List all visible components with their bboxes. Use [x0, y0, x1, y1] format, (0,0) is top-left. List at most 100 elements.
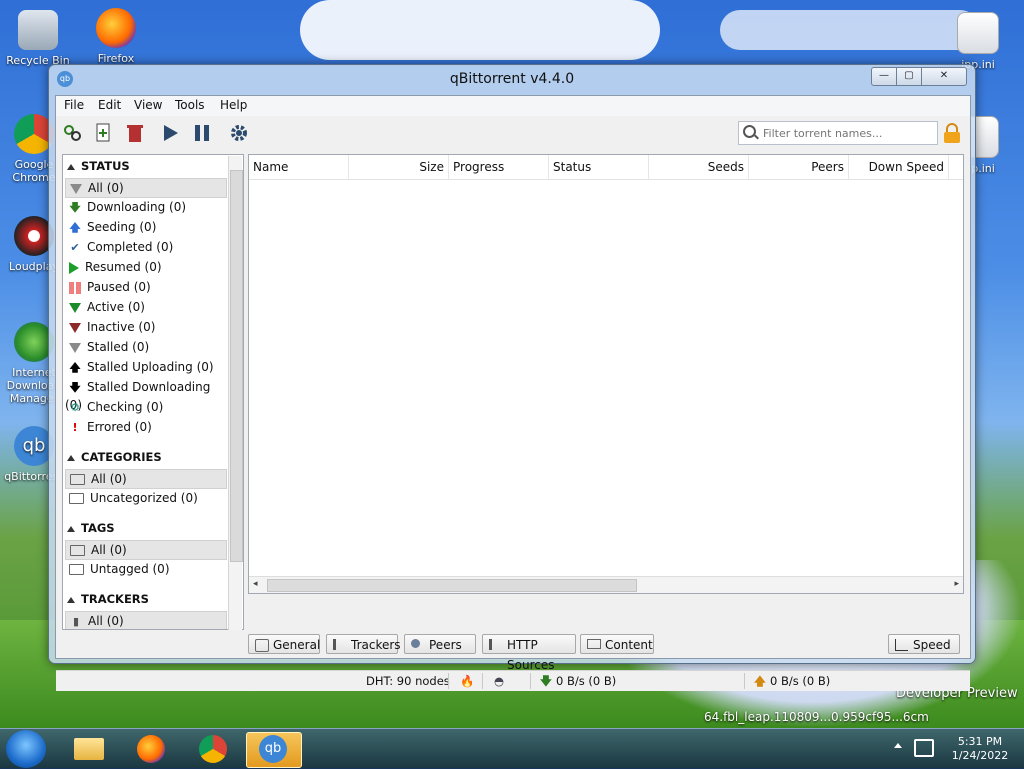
sidebar-scrollbar[interactable]	[228, 156, 243, 630]
delete-icon[interactable]	[124, 123, 146, 143]
firefox-icon	[96, 8, 136, 48]
pause-icon[interactable]	[191, 123, 213, 143]
column-size[interactable]: Size	[349, 155, 449, 179]
qbittorrent-window: qb qBittorrent v4.4.0 — ▢ ✕ File Edit Vi…	[48, 64, 976, 691]
categories-section-header[interactable]: CATEGORIES	[67, 450, 162, 464]
qbittorrent-icon: qb	[259, 735, 287, 763]
column-name[interactable]: Name	[249, 155, 349, 179]
status-item-checking[interactable]: ⚙ Checking (0)	[65, 398, 225, 416]
status-section-header[interactable]: STATUS	[67, 159, 130, 173]
category-item-uncategorized[interactable]: Uncategorized (0)	[65, 489, 225, 507]
hscrollbar-thumb[interactable]	[267, 579, 637, 592]
close-button[interactable]: ✕	[921, 67, 967, 86]
clock-time: 5:31 PM	[957, 735, 1003, 748]
status-item-seeding[interactable]: 🡅 Seeding (0)	[65, 218, 225, 236]
options-gear-icon[interactable]	[228, 123, 250, 143]
folder-icon	[70, 545, 85, 556]
sidebar-scrollbar-thumb[interactable]	[230, 170, 243, 562]
filter-inactive-icon	[69, 322, 81, 333]
desktop-icon-firefox[interactable]: Firefox	[84, 8, 148, 65]
tags-section-header[interactable]: TAGS	[67, 521, 115, 535]
status-item-stalled-downloading[interactable]: 🡇 Stalled Downloading (0)	[65, 378, 225, 412]
play-icon	[69, 261, 79, 274]
maximize-button[interactable]: ▢	[896, 67, 922, 86]
status-item-downloading[interactable]: 🡇 Downloading (0)	[65, 198, 225, 216]
taskbar-firefox[interactable]	[124, 732, 178, 766]
check-icon: ✔	[70, 240, 80, 254]
tag-item-untagged[interactable]: Untagged (0)	[65, 560, 225, 578]
menu-view[interactable]: View	[134, 98, 162, 112]
taskbar-explorer[interactable]	[62, 732, 116, 766]
title-bar[interactable]: qb qBittorrent v4.4.0 — ▢ ✕	[49, 65, 975, 93]
status-item-all[interactable]: All (0)	[65, 178, 227, 198]
status-item-active[interactable]: Active (0)	[65, 298, 225, 316]
ini-file-icon	[957, 12, 999, 54]
filter-stalled-icon	[69, 342, 81, 353]
lock-icon[interactable]	[942, 122, 962, 144]
trackers-section-header[interactable]: TRACKERS	[67, 592, 149, 606]
torrent-list[interactable]: Name Size Progress Status Seeds Peers Do…	[248, 154, 964, 594]
tab-content[interactable]: Content	[580, 634, 654, 654]
status-item-stalled[interactable]: Stalled (0)	[65, 338, 225, 356]
upload-speed[interactable]: 0 B/s (0 B)	[770, 674, 830, 688]
tab-speed[interactable]: Speed	[888, 634, 960, 654]
status-item-completed[interactable]: ✔ Completed (0)	[65, 238, 225, 256]
column-status[interactable]: Status	[549, 155, 649, 179]
tag-item-all[interactable]: All (0)	[65, 540, 227, 560]
menu-file[interactable]: File	[64, 98, 84, 112]
scroll-left-icon[interactable]: ◂	[253, 579, 258, 589]
column-peers[interactable]: Peers	[749, 155, 849, 179]
connection-status-icon[interactable]: 🔥	[460, 674, 474, 688]
window-title: qBittorrent v4.4.0	[449, 71, 575, 87]
tab-http-sources[interactable]: HTTP Sources	[482, 634, 576, 672]
tab-peers[interactable]: Peers	[404, 634, 476, 654]
show-hidden-icons-icon[interactable]	[894, 743, 902, 748]
tracker-item-all[interactable]: ▮ All (0)	[65, 611, 227, 629]
taskbar-qbittorrent[interactable]: qb	[246, 732, 302, 768]
status-item-errored[interactable]: ! Errored (0)	[65, 418, 225, 436]
menu-edit[interactable]: Edit	[98, 98, 121, 112]
clock-date: 1/24/2022	[951, 749, 1009, 762]
chrome-icon	[199, 735, 227, 763]
status-item-resumed[interactable]: Resumed (0)	[65, 258, 225, 276]
tab-general[interactable]: General	[248, 634, 320, 654]
desktop-icon-ipp-ini[interactable]: ipp.ini	[946, 12, 1010, 71]
start-button[interactable]	[6, 730, 46, 768]
add-link-icon[interactable]	[62, 123, 84, 143]
pause-icon	[69, 281, 81, 294]
minimize-button[interactable]: —	[871, 67, 897, 86]
recycle-bin-icon	[18, 10, 58, 50]
tab-trackers[interactable]: Trackers	[326, 634, 401, 654]
peers-icon	[411, 639, 420, 648]
alt-speed-icon[interactable]: ◓	[494, 674, 504, 688]
folder-icon	[587, 639, 601, 649]
filter-search-box[interactable]	[738, 121, 938, 145]
column-seeds[interactable]: Seeds	[649, 155, 749, 179]
torrent-list-hscrollbar[interactable]: ◂ ▸	[249, 576, 963, 593]
general-icon	[255, 639, 269, 652]
network-icon[interactable]	[914, 739, 934, 757]
dht-nodes: DHT: 90 nodes	[366, 674, 450, 688]
menu-bar: File Edit View Tools Help	[56, 96, 970, 116]
separator	[744, 673, 745, 689]
column-down-speed[interactable]: Down Speed	[849, 155, 949, 179]
firefox-icon	[137, 735, 165, 763]
status-item-stalled-uploading[interactable]: 🡅 Stalled Uploading (0)	[65, 358, 225, 376]
status-item-paused[interactable]: Paused (0)	[65, 278, 225, 296]
taskbar-chrome[interactable]	[186, 732, 240, 766]
filter-torrent-input[interactable]	[761, 124, 935, 142]
column-progress[interactable]: Progress	[449, 155, 549, 179]
menu-tools[interactable]: Tools	[175, 98, 205, 112]
category-item-all[interactable]: All (0)	[65, 469, 227, 489]
download-speed[interactable]: 0 B/s (0 B)	[556, 674, 616, 688]
menu-help[interactable]: Help	[220, 98, 247, 112]
status-item-inactive[interactable]: Inactive (0)	[65, 318, 225, 336]
folder-icon	[69, 564, 84, 575]
folder-icon	[69, 493, 84, 504]
resume-icon[interactable]	[160, 123, 182, 143]
desktop-icon-recycle-bin[interactable]: Recycle Bin	[6, 10, 70, 67]
system-clock[interactable]: 5:31 PM 1/24/2022	[944, 735, 1016, 763]
add-torrent-icon[interactable]	[93, 123, 115, 143]
error-icon: !	[72, 420, 78, 434]
scroll-right-icon[interactable]: ▸	[954, 579, 959, 589]
